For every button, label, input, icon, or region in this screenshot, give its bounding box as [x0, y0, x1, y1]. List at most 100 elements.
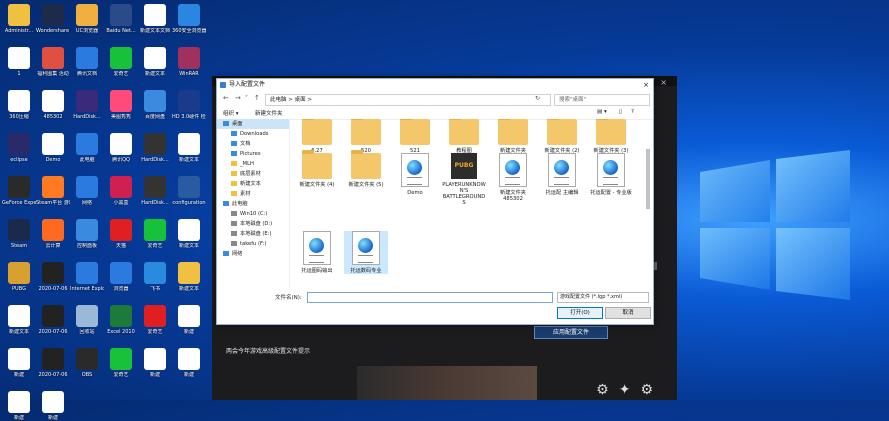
desktop-icon[interactable]: 新建文本: [138, 47, 172, 77]
folder-item[interactable]: 新建文件夹 (3): [589, 119, 633, 154]
file-name-input[interactable]: [307, 292, 553, 303]
open-button[interactable]: 打开(O): [557, 307, 603, 319]
desktop-icon[interactable]: 新建文本: [172, 219, 206, 249]
nav-item[interactable]: 网络: [217, 249, 289, 259]
close-icon[interactable]: ×: [643, 79, 649, 91]
desktop-icon[interactable]: eclipse: [2, 133, 36, 163]
file-item[interactable]: 托运配置 - 专业版: [589, 153, 633, 196]
desktop-icon[interactable]: 新建: [2, 391, 36, 421]
folder-item[interactable]: 520: [344, 119, 388, 154]
folder-item[interactable]: 521: [393, 119, 437, 154]
desktop-icon[interactable]: UC浏览器: [70, 4, 104, 34]
desktop-icon[interactable]: 新建: [172, 348, 206, 378]
desktop-icon[interactable]: 新建: [172, 305, 206, 335]
desktop-icon[interactable]: 爱奇艺: [138, 305, 172, 335]
nav-item[interactable]: 文档: [217, 139, 289, 149]
desktop-icon[interactable]: 网络: [70, 176, 104, 206]
folder-item[interactable]: 教程图: [442, 119, 486, 154]
desktop-icon[interactable]: GeForce Experience: [2, 176, 36, 206]
nav-item[interactable]: 此电脑: [217, 199, 289, 209]
desktop-icon[interactable]: Baidu Net...: [104, 4, 138, 34]
nav-item[interactable]: Win10 (C:): [217, 209, 289, 219]
desktop-icon[interactable]: 新建文本文档: [138, 4, 172, 34]
desktop-icon[interactable]: OBS: [70, 348, 104, 378]
chevron-down-icon[interactable]: ˅: [245, 95, 248, 102]
desktop-icon[interactable]: Internet Explorer: [70, 262, 104, 292]
desktop-icon[interactable]: 360压缩: [2, 90, 36, 120]
desktop-icon[interactable]: 飞书: [138, 262, 172, 292]
desktop-icon[interactable]: 浏览器: [104, 262, 138, 292]
desktop-icon[interactable]: HardDisk...: [70, 90, 104, 120]
desktop-icon[interactable]: 美图秀秀: [104, 90, 138, 120]
desktop-icon[interactable]: 爱奇艺: [138, 219, 172, 249]
desktop-icon[interactable]: PUBG: [2, 262, 36, 292]
help-icon[interactable]: ?: [631, 109, 634, 115]
file-item[interactable]: 托运图码输出: [295, 231, 339, 274]
desktop-icon[interactable]: 云计算: [36, 219, 70, 249]
new-folder-button[interactable]: 新建文件夹: [255, 109, 283, 117]
file-item[interactable]: PUBG PLAYERUNKNOWN'S BATTLEGROUNDS: [442, 153, 486, 206]
background-app-close-icon[interactable]: ×: [660, 78, 667, 87]
cancel-button[interactable]: 取消: [605, 307, 651, 319]
scrollbar-thumb[interactable]: [646, 149, 650, 209]
desktop-icon[interactable]: Steam: [2, 219, 36, 249]
desktop-icon[interactable]: 1: [2, 47, 36, 77]
nav-item[interactable]: Pictures: [217, 149, 289, 159]
nav-item[interactable]: Downloads: [217, 129, 289, 139]
desktop-icon[interactable]: 控制面板: [70, 219, 104, 249]
file-type-select[interactable]: 游戏配置文件 (*.lgp *.xml): [557, 292, 649, 303]
desktop-icon[interactable]: 爱奇艺: [104, 47, 138, 77]
settings-gear-icons[interactable]: ⚙✦⚙: [596, 382, 663, 398]
nav-item[interactable]: 新建文本: [217, 179, 289, 189]
desktop-icon[interactable]: Administr...: [2, 4, 36, 34]
up-arrow-icon[interactable]: ↑: [254, 94, 260, 102]
apply-config-button[interactable]: 应用配置文件: [534, 326, 608, 339]
desktop-icon[interactable]: 新建: [36, 391, 70, 421]
back-arrow-icon[interactable]: ←: [223, 94, 229, 102]
desktop-icon[interactable]: 百度网盘: [138, 90, 172, 120]
search-input[interactable]: 搜索"桌面": [554, 94, 650, 106]
folder-item[interactable]: 6.27: [295, 119, 339, 154]
desktop-icon[interactable]: 回收站: [70, 305, 104, 335]
desktop-icon[interactable]: 新建: [2, 348, 36, 378]
desktop-icon[interactable]: 新建: [138, 348, 172, 378]
desktop-icon[interactable]: Wondershare filmora9: [36, 4, 70, 34]
desktop-icon[interactable]: 天猫: [104, 219, 138, 249]
preview-pane-icon[interactable]: ▯: [619, 109, 622, 115]
folder-item[interactable]: 新建文件夹 (4): [295, 150, 339, 188]
desktop-icon[interactable]: 2020-07-06: [36, 348, 70, 378]
desktop-icon[interactable]: 新建文本: [172, 133, 206, 163]
refresh-icon[interactable]: ↻: [535, 95, 540, 102]
desktop-icon[interactable]: configuration: [172, 176, 206, 206]
nav-item[interactable]: takefu (F:): [217, 239, 289, 249]
nav-item[interactable]: 桌面: [217, 119, 289, 129]
desktop-icon[interactable]: HardDisk...: [138, 133, 172, 163]
file-item[interactable]: 新建文件夹485302: [491, 153, 535, 202]
file-item[interactable]: 托运数码专业: [344, 231, 388, 274]
desktop-icon[interactable]: Demo: [36, 133, 70, 163]
desktop-icon[interactable]: 腾讯QQ: [104, 133, 138, 163]
desktop-icon[interactable]: HardDisk...: [138, 176, 172, 206]
folder-item[interactable]: 新建文件夹 (2): [540, 119, 584, 154]
desktop-icon[interactable]: Excel 2010: [104, 305, 138, 335]
nav-item[interactable]: _MLH: [217, 159, 289, 169]
desktop-icon[interactable]: 360安全浏览器: [172, 4, 206, 34]
desktop-icon[interactable]: WinRAR: [172, 47, 206, 77]
view-options-icon[interactable]: ▤ ▾: [597, 109, 607, 115]
desktop-icon[interactable]: 2020-07-06: [36, 305, 70, 335]
nav-item[interactable]: 本地磁盘 (E:): [217, 229, 289, 239]
desktop-icon[interactable]: 新建文本: [2, 305, 36, 335]
nav-item[interactable]: 底层素材: [217, 169, 289, 179]
desktop-icon[interactable]: 新建文本: [172, 262, 206, 292]
desktop-icon[interactable]: HD 3.0硬件 检测工具: [172, 90, 206, 120]
file-item[interactable]: Demo: [393, 153, 437, 196]
file-item[interactable]: 托运配 主编辑: [540, 153, 584, 196]
forward-arrow-icon[interactable]: →: [235, 94, 241, 102]
address-bar[interactable]: 此电脑 > 桌面 >: [265, 94, 551, 106]
vertical-scrollbar[interactable]: [645, 119, 651, 284]
folder-item[interactable]: 新建文件夹: [491, 119, 535, 154]
folder-item[interactable]: 新建文件夹 (5): [344, 150, 388, 188]
desktop-icon[interactable]: 2020-07-06: [36, 262, 70, 292]
nav-item[interactable]: 本地磁盘 (D:): [217, 219, 289, 229]
desktop-icon[interactable]: 腾讯文档: [70, 47, 104, 77]
